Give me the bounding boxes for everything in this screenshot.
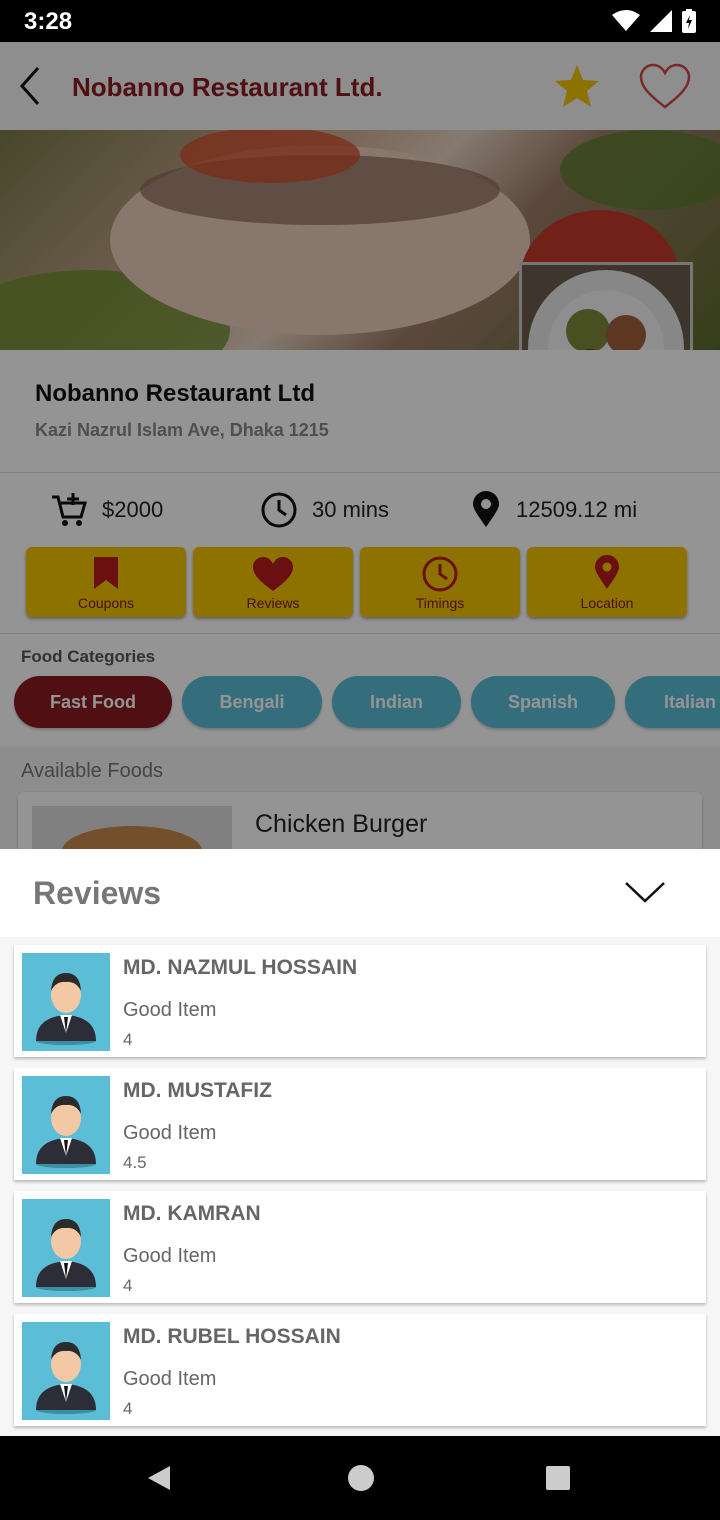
reviewer-name: MD. MUSTAFIZ xyxy=(123,1079,272,1102)
status-bar: 3:28 xyxy=(0,0,720,42)
status-time: 3:28 xyxy=(24,8,73,35)
modal-scrim[interactable] xyxy=(0,42,720,849)
navigation-bar xyxy=(0,1436,720,1520)
review-comment: Good Item xyxy=(123,1245,217,1267)
review-rating: 4 xyxy=(123,1030,133,1049)
reviewer-name: MD. RUBEL HOSSAIN xyxy=(123,1325,341,1348)
nav-back-icon[interactable] xyxy=(146,1464,172,1492)
nav-recents-icon[interactable] xyxy=(545,1464,571,1492)
review-rating: 4.5 xyxy=(123,1153,147,1172)
nav-home-icon[interactable] xyxy=(347,1464,375,1492)
battery-icon xyxy=(682,9,696,33)
avatar xyxy=(22,953,110,1051)
review-card: MD. RUBEL HOSSAIN Good Item 4 xyxy=(14,1314,706,1426)
review-comment: Good Item xyxy=(123,1368,217,1390)
review-comment: Good Item xyxy=(123,1122,217,1144)
avatar xyxy=(22,1322,110,1420)
reviewer-name: MD. KAMRAN xyxy=(123,1202,261,1225)
avatar xyxy=(22,1199,110,1297)
chevron-down-icon[interactable] xyxy=(624,879,666,905)
avatar xyxy=(22,1076,110,1174)
review-rating: 4 xyxy=(123,1276,133,1295)
reviews-title: Reviews xyxy=(33,875,162,911)
review-card: MD. MUSTAFIZ Good Item 4.5 xyxy=(14,1068,706,1180)
review-rating: 4 xyxy=(123,1399,133,1418)
reviews-sheet: Reviews MD. NAZMUL HOSSAIN Good Item 4 M… xyxy=(0,849,720,1436)
reviewer-name: MD. NAZMUL HOSSAIN xyxy=(123,956,358,979)
signal-icon xyxy=(650,10,672,32)
review-card: MD. NAZMUL HOSSAIN Good Item 4 xyxy=(14,945,706,1057)
review-comment: Good Item xyxy=(123,999,217,1021)
review-card: MD. KAMRAN Good Item 4 xyxy=(14,1191,706,1303)
status-icons xyxy=(612,8,696,34)
wifi-icon xyxy=(612,10,640,31)
reviews-sheet-header: Reviews xyxy=(0,849,720,937)
